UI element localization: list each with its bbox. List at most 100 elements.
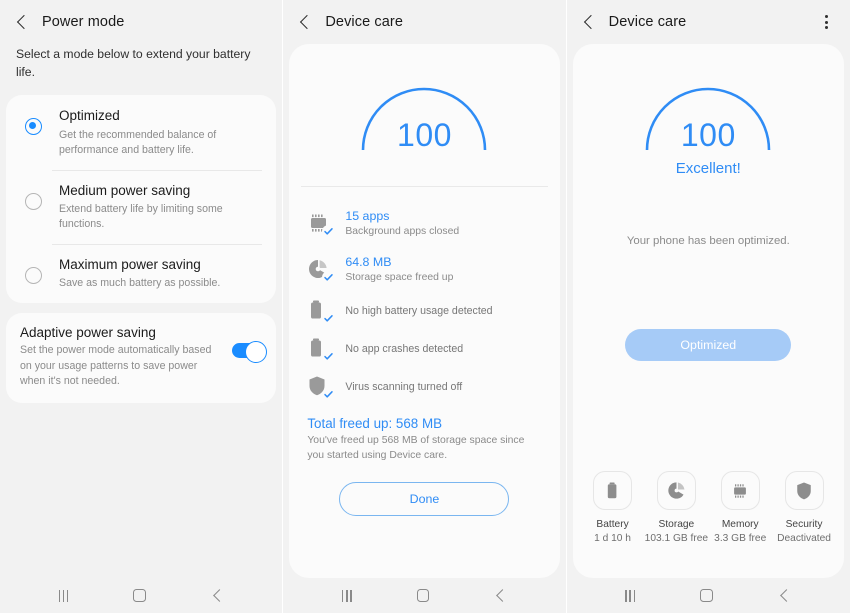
storage-pie-icon bbox=[657, 471, 696, 510]
total-freed-description: You've freed up 568 MB of storage space … bbox=[307, 434, 543, 464]
power-mode-option-optimized[interactable]: Optimized Get the recommended balance of… bbox=[6, 95, 276, 169]
recents-icon[interactable] bbox=[59, 590, 69, 602]
back-chevron-icon[interactable] bbox=[14, 14, 30, 30]
option-title: Optimized bbox=[59, 107, 264, 125]
tile-name: Battery bbox=[596, 519, 628, 530]
result-row: Virus scanning turned off bbox=[301, 368, 547, 406]
navbar-panel-1 bbox=[0, 578, 282, 613]
result-value: 64.8 MB bbox=[345, 254, 453, 270]
score-gauge: 100 bbox=[360, 86, 488, 150]
adaptive-title: Adaptive power saving bbox=[20, 325, 224, 340]
navbar-panel-2 bbox=[283, 578, 565, 613]
appbar-device-care-results: Device care bbox=[283, 0, 565, 44]
tile-value: 103.1 GB free bbox=[645, 533, 708, 544]
back-chevron-icon[interactable] bbox=[297, 14, 313, 30]
optimize-button-wrap: Optimized bbox=[573, 329, 844, 361]
radio-optimized[interactable] bbox=[25, 118, 42, 135]
result-row: No high battery usage detected bbox=[301, 292, 547, 330]
power-mode-option-maximum[interactable]: Maximum power saving Save as much batter… bbox=[6, 244, 276, 303]
power-mode-option-medium[interactable]: Medium power saving Extend battery life … bbox=[6, 170, 276, 244]
appbar-device-care-summary: Device care bbox=[567, 0, 850, 44]
back-chevron-icon[interactable] bbox=[581, 14, 597, 30]
device-care-results-card: 100 bbox=[289, 44, 559, 578]
panel-device-care-results: Device care 100 bbox=[283, 0, 566, 613]
total-freed-block: Total freed up: 568 MB You've freed up 5… bbox=[289, 406, 559, 464]
power-mode-options-card: Optimized Get the recommended balance of… bbox=[6, 95, 276, 303]
radio-maximum-power-saving[interactable] bbox=[25, 267, 42, 284]
tile-value: Deactivated bbox=[777, 533, 831, 544]
done-button[interactable]: Done bbox=[339, 482, 509, 516]
option-title: Maximum power saving bbox=[59, 256, 264, 274]
check-badge-icon bbox=[322, 388, 335, 401]
shield-icon bbox=[785, 471, 824, 510]
battery-icon bbox=[593, 471, 632, 510]
option-description: Save as much battery as possible. bbox=[59, 276, 264, 291]
battery-icon bbox=[307, 299, 333, 323]
storage-pie-icon bbox=[307, 258, 333, 282]
shield-icon bbox=[307, 375, 333, 399]
device-care-summary-card: 100 Excellent! Your phone has been optim… bbox=[573, 44, 844, 578]
memory-chip-icon bbox=[307, 212, 333, 236]
result-value: 15 apps bbox=[345, 208, 459, 224]
check-badge-icon bbox=[322, 225, 335, 238]
page-title: Device care bbox=[609, 14, 687, 30]
adaptive-power-saving-toggle[interactable] bbox=[232, 343, 264, 358]
tile-storage[interactable]: Storage 103.1 GB free bbox=[645, 471, 707, 544]
option-title: Medium power saving bbox=[59, 182, 264, 200]
result-row: 15 apps Background apps closed bbox=[301, 201, 547, 247]
tile-value: 3.3 GB free bbox=[714, 533, 766, 544]
home-icon[interactable] bbox=[700, 589, 713, 602]
tile-security[interactable]: Security Deactivated bbox=[773, 471, 835, 544]
result-row: No app crashes detected bbox=[301, 330, 547, 368]
memory-chip-icon bbox=[721, 471, 760, 510]
page-title: Power mode bbox=[42, 14, 124, 30]
radio-medium-power-saving[interactable] bbox=[25, 193, 42, 210]
kebab-menu-icon[interactable] bbox=[818, 13, 836, 31]
tile-name: Storage bbox=[659, 519, 695, 530]
appbar-power-mode: Power mode bbox=[0, 0, 282, 44]
recents-icon[interactable] bbox=[625, 590, 635, 602]
score-gauge: 100 bbox=[644, 86, 772, 150]
home-icon[interactable] bbox=[417, 589, 430, 602]
done-button-wrap: Done bbox=[289, 482, 559, 516]
check-badge-icon bbox=[322, 312, 335, 325]
back-icon[interactable] bbox=[211, 589, 224, 602]
tile-battery[interactable]: Battery 1 d 10 h bbox=[582, 471, 644, 544]
tile-name: Memory bbox=[722, 519, 759, 530]
option-description: Extend battery life by limiting some fun… bbox=[59, 202, 264, 232]
battery-icon bbox=[307, 337, 333, 361]
total-freed-title: Total freed up: 568 MB bbox=[307, 416, 543, 431]
navbar-panel-3 bbox=[567, 578, 850, 613]
adaptive-power-saving-card: Adaptive power saving Set the power mode… bbox=[6, 313, 276, 403]
device-category-tiles: Battery 1 d 10 h Storage 103.1 GB free bbox=[573, 471, 844, 578]
optimized-button[interactable]: Optimized bbox=[625, 329, 791, 361]
status-message: Your phone has been optimized. bbox=[573, 235, 844, 247]
score-label: Excellent! bbox=[676, 160, 741, 177]
panel-device-care-summary: Device care 100 Excellent! Your phone ha… bbox=[567, 0, 850, 613]
score-value: 100 bbox=[644, 117, 772, 154]
panel-power-mode: Power mode Select a mode below to extend… bbox=[0, 0, 283, 613]
option-description: Get the recommended balance of performan… bbox=[59, 128, 264, 158]
result-subtitle: No high battery usage detected bbox=[345, 305, 492, 317]
back-icon[interactable] bbox=[494, 589, 507, 602]
check-badge-icon bbox=[322, 350, 335, 363]
tile-memory[interactable]: Memory 3.3 GB free bbox=[709, 471, 771, 544]
result-subtitle: Virus scanning turned off bbox=[345, 381, 462, 393]
intro-text: Select a mode below to extend your batte… bbox=[0, 44, 282, 95]
optimization-results-list: 15 apps Background apps closed bbox=[301, 186, 547, 406]
score-value: 100 bbox=[360, 117, 488, 154]
result-subtitle: Background apps closed bbox=[345, 225, 459, 240]
recents-icon[interactable] bbox=[342, 590, 352, 602]
back-icon[interactable] bbox=[778, 589, 791, 602]
tile-value: 1 d 10 h bbox=[594, 533, 631, 544]
score-gauge-wrap: 100 Excellent! bbox=[573, 44, 844, 177]
home-icon[interactable] bbox=[133, 589, 146, 602]
result-row: 64.8 MB Storage space freed up bbox=[301, 247, 547, 293]
result-subtitle: No app crashes detected bbox=[345, 343, 463, 355]
tile-name: Security bbox=[786, 519, 823, 530]
adaptive-power-saving-row[interactable]: Adaptive power saving Set the power mode… bbox=[6, 313, 276, 403]
check-badge-icon bbox=[322, 271, 335, 284]
result-subtitle: Storage space freed up bbox=[345, 271, 453, 286]
screenshot-triptych: Power mode Select a mode below to extend… bbox=[0, 0, 850, 613]
page-title: Device care bbox=[325, 14, 403, 30]
